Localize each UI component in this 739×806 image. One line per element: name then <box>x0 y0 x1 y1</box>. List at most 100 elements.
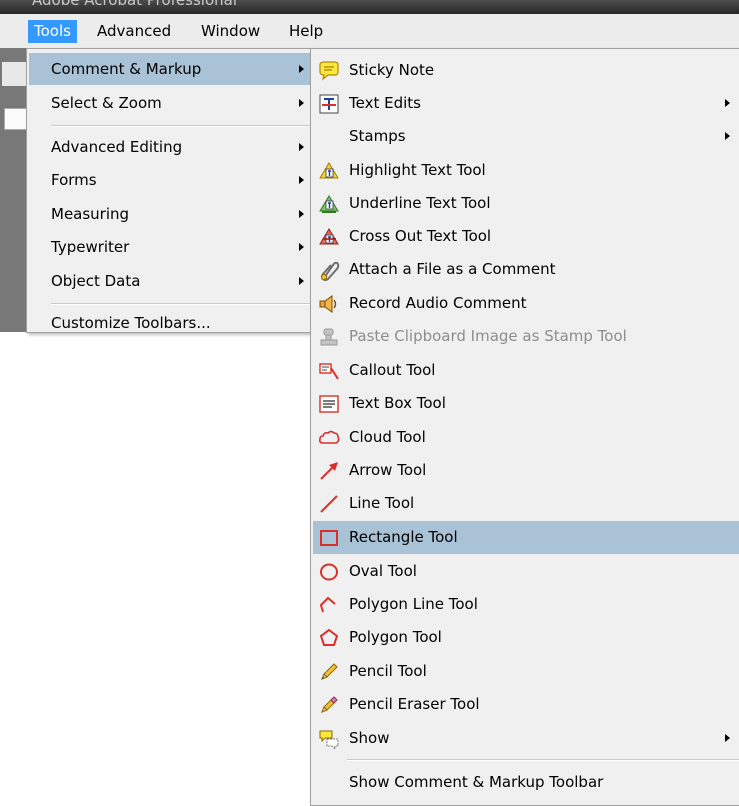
tools-item-customize-toolbars[interactable]: Customize Toolbars... <box>29 307 314 339</box>
menu-item-label: Polygon Line Tool <box>349 595 478 613</box>
menu-item-label: Show <box>349 729 390 747</box>
menu-item-label: Paste Clipboard Image as Stamp Tool <box>349 327 627 345</box>
oval-icon <box>318 561 340 583</box>
submenu-item-cloud-tool[interactable]: Cloud Tool <box>313 421 739 454</box>
arrow-icon <box>318 460 340 482</box>
underline-text-icon <box>318 193 340 215</box>
menu-item-label: Typewriter <box>51 238 130 256</box>
window-title: Adobe Acrobat Professional <box>32 0 237 9</box>
tools-item-typewriter[interactable]: Typewriter <box>29 231 314 263</box>
comment-markup-submenu: Sticky Note Text Edits Stamps Highlight … <box>310 48 739 806</box>
title-bar: Adobe Acrobat Professional <box>0 0 739 14</box>
submenu-item-paste-clipboard-stamp[interactable]: Paste Clipboard Image as Stamp Tool <box>313 320 739 353</box>
text-box-icon <box>318 393 340 415</box>
menu-item-label: Advanced Editing <box>51 138 183 156</box>
rectangle-icon <box>318 527 340 549</box>
line-icon <box>318 493 340 515</box>
menu-item-label: Callout Tool <box>349 361 436 379</box>
submenu-item-show[interactable]: Show <box>313 722 739 755</box>
submenu-item-attach-file[interactable]: Attach a File as a Comment <box>313 253 739 286</box>
menu-item-label: Show Comment & Markup Toolbar <box>349 773 604 791</box>
tools-item-forms[interactable]: Forms <box>29 164 314 196</box>
submenu-item-sticky-note[interactable]: Sticky Note <box>313 54 739 87</box>
submenu-item-text-box-tool[interactable]: Text Box Tool <box>313 387 739 420</box>
cloud-icon <box>318 427 340 449</box>
paperclip-icon <box>318 259 340 281</box>
submenu-item-stamps[interactable]: Stamps <box>313 120 739 153</box>
tools-item-select-zoom[interactable]: Select & Zoom <box>29 87 314 119</box>
menu-item-label: Pencil Tool <box>349 662 427 680</box>
submenu-item-line-tool[interactable]: Line Tool <box>313 487 739 520</box>
menu-separator <box>51 303 312 305</box>
menu-item-label: Select & Zoom <box>51 94 162 112</box>
text-edits-icon <box>318 93 340 115</box>
submenu-item-pencil-tool[interactable]: Pencil Tool <box>313 655 739 688</box>
menu-item-label: Record Audio Comment <box>349 294 527 312</box>
submenu-arrow-icon <box>299 143 304 151</box>
menu-item-label: Comment & Markup <box>51 60 202 78</box>
pencil-eraser-icon <box>318 694 340 716</box>
sticky-note-icon <box>318 60 340 82</box>
menu-item-label: Text Box Tool <box>349 394 446 412</box>
tools-item-comment-markup[interactable]: Comment & Markup <box>29 53 314 85</box>
submenu-item-cross-out-text-tool[interactable]: Cross Out Text Tool <box>313 220 739 253</box>
tools-item-measuring[interactable]: Measuring <box>29 198 314 230</box>
show-comments-icon <box>318 728 340 750</box>
submenu-item-rectangle-tool[interactable]: Rectangle Tool <box>313 521 739 554</box>
submenu-arrow-icon <box>725 132 730 140</box>
tools-item-object-data[interactable]: Object Data <box>29 265 314 297</box>
cross-out-text-icon <box>318 226 340 248</box>
polygon-icon <box>318 627 340 649</box>
highlight-text-icon <box>318 160 340 182</box>
menu-item-label: Polygon Tool <box>349 628 442 646</box>
menu-item-label: Cross Out Text Tool <box>349 227 492 245</box>
menu-item-label: Attach a File as a Comment <box>349 260 556 278</box>
menu-help[interactable]: Help <box>283 20 329 43</box>
submenu-item-pencil-eraser-tool[interactable]: Pencil Eraser Tool <box>313 688 739 721</box>
submenu-item-record-audio[interactable]: Record Audio Comment <box>313 287 739 320</box>
toolbar-fragment <box>2 62 26 86</box>
menu-item-label: Measuring <box>51 205 130 223</box>
menu-item-label: Stamps <box>349 127 406 145</box>
menu-item-label: Rectangle Tool <box>349 528 458 546</box>
menu-item-label: Cloud Tool <box>349 428 426 446</box>
menu-item-label: Oval Tool <box>349 562 417 580</box>
menu-item-label: Text Edits <box>349 94 421 112</box>
menu-item-label: Forms <box>51 171 97 189</box>
menu-advanced[interactable]: Advanced <box>91 20 177 43</box>
submenu-arrow-icon <box>725 734 730 742</box>
submenu-item-oval-tool[interactable]: Oval Tool <box>313 555 739 588</box>
menu-bar: Tools Advanced Window Help <box>0 14 739 49</box>
submenu-arrow-icon <box>299 277 304 285</box>
submenu-arrow-icon <box>299 99 304 107</box>
tools-item-advanced-editing[interactable]: Advanced Editing <box>29 131 314 163</box>
submenu-item-polygon-tool[interactable]: Polygon Tool <box>313 621 739 654</box>
submenu-item-arrow-tool[interactable]: Arrow Tool <box>313 454 739 487</box>
polygon-line-icon <box>318 594 340 616</box>
toolbar-input-fragment <box>4 108 28 130</box>
submenu-arrow-icon <box>299 210 304 218</box>
callout-icon <box>318 360 340 382</box>
submenu-item-text-edits[interactable]: Text Edits <box>313 87 739 120</box>
menu-item-label: Object Data <box>51 272 141 290</box>
submenu-item-show-toolbar[interactable]: Show Comment & Markup Toolbar <box>313 766 739 799</box>
menu-separator <box>347 759 739 761</box>
menu-item-label: Sticky Note <box>349 61 435 79</box>
background-toolbar <box>0 48 28 332</box>
menu-tools[interactable]: Tools <box>28 20 77 43</box>
submenu-item-polygon-line-tool[interactable]: Polygon Line Tool <box>313 588 739 621</box>
submenu-item-callout-tool[interactable]: Callout Tool <box>313 354 739 387</box>
menu-window[interactable]: Window <box>195 20 266 43</box>
menu-item-label: Highlight Text Tool <box>349 161 486 179</box>
pencil-icon <box>318 661 340 683</box>
submenu-item-underline-text-tool[interactable]: Underline Text Tool <box>313 187 739 220</box>
speaker-icon <box>318 293 340 315</box>
menu-separator <box>51 125 312 127</box>
menu-item-label: Underline Text Tool <box>349 194 491 212</box>
menu-item-label: Pencil Eraser Tool <box>349 695 480 713</box>
menu-item-label: Customize Toolbars... <box>51 314 211 332</box>
submenu-arrow-icon <box>725 99 730 107</box>
submenu-item-highlight-text-tool[interactable]: Highlight Text Tool <box>313 154 739 187</box>
menu-item-label: Arrow Tool <box>349 461 427 479</box>
submenu-arrow-icon <box>299 65 304 73</box>
